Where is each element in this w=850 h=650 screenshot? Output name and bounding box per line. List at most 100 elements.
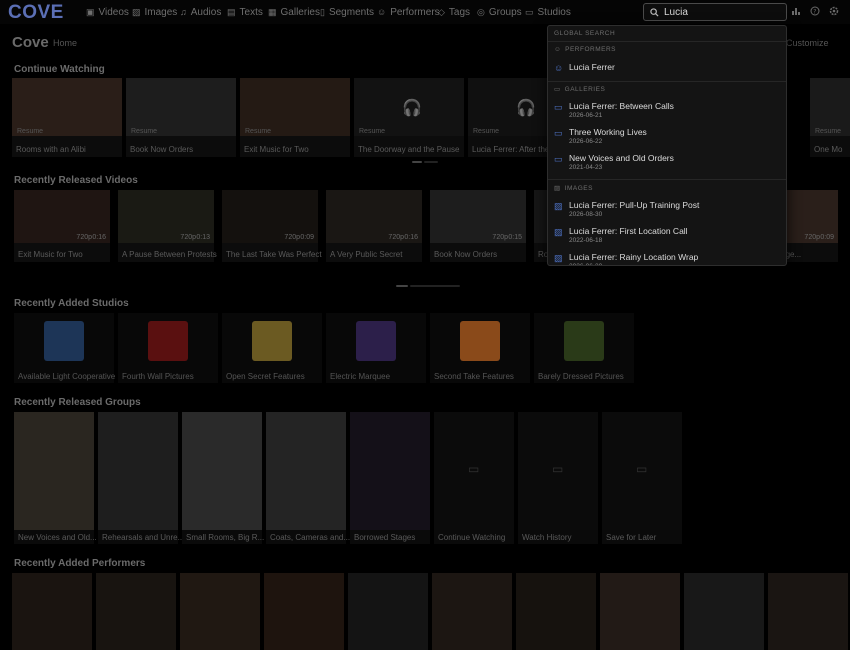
video-card[interactable]: Ro	[534, 190, 548, 262]
group-card[interactable]: Coats, Cameras and...	[266, 412, 350, 544]
help-icon[interactable]: ?	[810, 6, 820, 19]
resolution-badge: 720p	[284, 234, 300, 241]
studio-icon: ▭	[525, 6, 534, 17]
studio-name: Fourth Wall Pictures	[122, 372, 194, 381]
video-card[interactable]: 720p 0:09 The Last Take Was Perfect	[222, 190, 322, 262]
nav-galleries[interactable]: ▦ Galleries	[268, 5, 320, 19]
duration-badge: 0:09	[300, 234, 314, 241]
result-performer[interactable]: ☺ Lucia Ferrer	[554, 62, 782, 73]
nav-segments[interactable]: ▯ Segments	[320, 5, 374, 19]
app-logo[interactable]: COVE	[8, 2, 64, 24]
carousel-indicator[interactable]	[396, 285, 408, 287]
nav-performers[interactable]: ☺ Performers	[377, 5, 440, 19]
group-card[interactable]: ▭ Continue Watching	[434, 412, 514, 544]
continue-watching-card[interactable]: Resume Book Now Orders	[126, 78, 236, 157]
group-card[interactable]: Rehearsals and Unre...	[98, 412, 182, 544]
result-image[interactable]: ▨ Lucia Ferrer: First Location Call 2022-…	[554, 226, 782, 244]
section-continue-watching: Continue Watching	[14, 64, 105, 75]
continue-watching-card[interactable]: 🎧 Resume The Doorway and the Pause	[354, 78, 464, 157]
video-title: The Doorway and the Pause	[358, 145, 460, 154]
group-name: Coats, Cameras and...	[270, 533, 350, 542]
global-search-heading: Global Search	[554, 30, 616, 37]
group-card[interactable]: ▭ Save for Later	[602, 412, 682, 544]
carousel-indicator[interactable]	[410, 285, 460, 287]
nav-groups[interactable]: ◎ Groups	[477, 5, 522, 19]
performer-card[interactable]	[96, 573, 176, 650]
video-card[interactable]: 720p 0:16 Exit Music for Two	[14, 190, 110, 262]
search-input[interactable]	[664, 6, 774, 18]
nav-tags[interactable]: ◇ Tags	[438, 5, 470, 19]
resolution-badge: 720p	[804, 234, 820, 241]
group-name: Save for Later	[606, 533, 657, 542]
video-card[interactable]: 720p 0:13 A Pause Between Protests	[118, 190, 217, 262]
studio-card[interactable]: Available Light Cooperative	[14, 313, 116, 383]
video-thumbnail	[534, 190, 548, 243]
section-recently-released-groups: Recently Released Groups	[14, 397, 141, 408]
performer-card[interactable]	[180, 573, 260, 650]
studio-logo	[564, 321, 604, 361]
result-image[interactable]: ▨ Lucia Ferrer: Rainy Location Wrap2026-…	[554, 252, 782, 265]
group-card[interactable]: ▭ Watch History	[518, 412, 598, 544]
studio-card[interactable]: Fourth Wall Pictures	[118, 313, 218, 383]
studio-logo	[356, 321, 396, 361]
studio-logo	[460, 321, 500, 361]
performer-card[interactable]	[264, 573, 344, 650]
carousel-indicator[interactable]	[412, 161, 422, 163]
tag-icon: ◇	[438, 6, 445, 17]
studio-card[interactable]: Open Secret Features	[222, 313, 322, 383]
performer-card[interactable]	[432, 573, 512, 650]
performer-card[interactable]	[600, 573, 680, 650]
result-gallery[interactable]: ▭ Lucia Ferrer: Between Calls 2026-06-21	[554, 101, 782, 119]
nav-texts[interactable]: ▤ Texts	[227, 5, 263, 19]
studio-name: Barely Dressed Pictures	[538, 372, 624, 381]
galleries-heading: ▭ Galleries	[554, 85, 606, 94]
result-image[interactable]: ▨ Lucia Ferrer: Pull-Up Training Post 202…	[554, 200, 782, 218]
resolution-badge: 720p	[180, 234, 196, 241]
resolution-badge: 720p	[388, 234, 404, 241]
image-icon: ▨	[554, 227, 563, 237]
performer-card[interactable]	[516, 573, 596, 650]
nav-videos[interactable]: ▣ Videos	[86, 5, 129, 19]
studio-name: Available Light Cooperative	[18, 372, 116, 381]
duration-badge: 0:13	[196, 234, 210, 241]
performer-card[interactable]	[684, 573, 764, 650]
customize-button[interactable]: Customize	[786, 38, 829, 48]
video-title: A Very Public Secret	[330, 250, 403, 259]
global-search-box[interactable]	[643, 3, 787, 21]
result-gallery[interactable]: ▭ New Voices and Old Orders 2021-04-23	[554, 153, 782, 171]
breadcrumb-home[interactable]: Home	[53, 38, 77, 48]
performer-card[interactable]	[12, 573, 92, 650]
group-card[interactable]: New Voices and Old...	[14, 412, 97, 544]
film-icon: ▭	[636, 462, 648, 476]
studio-card[interactable]: Electric Marquee	[326, 313, 426, 383]
continue-watching-card[interactable]: Resume Exit Music for Two	[240, 78, 350, 157]
gear-icon[interactable]	[829, 6, 839, 19]
continue-watching-card[interactable]: Resume Rooms with an Alibi	[12, 78, 122, 157]
video-card[interactable]: 720p 0:16 A Very Public Secret	[326, 190, 422, 262]
continue-watching-card[interactable]: Resume One Mo	[810, 78, 850, 157]
video-card[interactable]: 720p 0:15 Book Now Orders	[430, 190, 526, 262]
resume-badge: Resume	[17, 128, 44, 135]
studio-name: Open Secret Features	[226, 372, 305, 381]
video-title: The Last Take Was Perfect	[226, 250, 322, 259]
nav-studios[interactable]: ▭ Studios	[525, 5, 571, 19]
folder-icon: ▭	[554, 86, 561, 93]
video-title: Exit Music for Two	[244, 145, 309, 154]
images-heading: ▨ Images	[554, 184, 593, 193]
nav-images[interactable]: ▨ Images	[132, 5, 177, 19]
group-card[interactable]: Small Rooms, Big R...	[182, 412, 264, 544]
user-icon: ☺	[554, 46, 562, 53]
studio-card[interactable]: Second Take Features	[430, 313, 530, 383]
headphones-icon: ♫	[180, 7, 187, 17]
resume-badge: Resume	[473, 128, 500, 135]
stats-icon[interactable]	[791, 6, 801, 19]
result-gallery[interactable]: ▭ Three Working Lives 2026-06-22	[554, 127, 782, 145]
group-cover	[350, 412, 430, 530]
performer-card[interactable]	[768, 573, 848, 650]
duration-badge: 0:16	[404, 234, 418, 241]
carousel-indicator[interactable]	[424, 161, 438, 163]
studio-card[interactable]: Barely Dressed Pictures	[534, 313, 634, 383]
performer-card[interactable]	[348, 573, 428, 650]
nav-audios[interactable]: ♫ Audios	[180, 5, 221, 19]
group-card[interactable]: Borrowed Stages	[350, 412, 430, 544]
